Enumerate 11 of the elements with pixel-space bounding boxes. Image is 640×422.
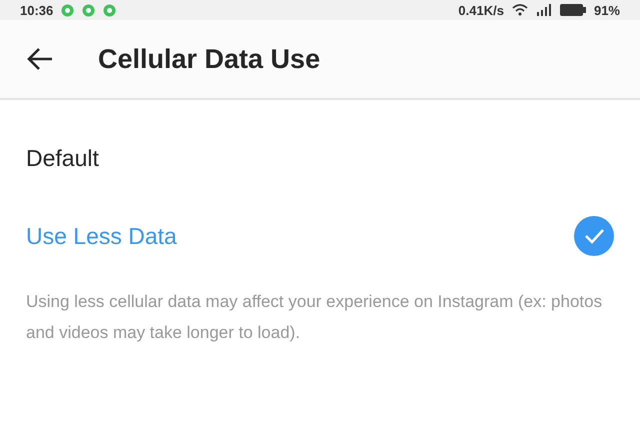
battery-icon bbox=[560, 4, 586, 16]
option-row[interactable]: Default bbox=[26, 138, 614, 178]
network-speed: 0.41K/s bbox=[458, 2, 504, 18]
battery-level: 91% bbox=[594, 2, 620, 18]
description-text: Using less cellular data may affect your experience on Instagram (ex: photos and videos may take longer to load). bbox=[26, 291, 604, 344]
wifi-icon bbox=[512, 4, 528, 16]
checkmark-icon bbox=[574, 216, 614, 256]
signal-icon bbox=[536, 4, 552, 16]
status-time: 10:36 bbox=[20, 2, 54, 18]
screen-title: Cellular Data Use bbox=[98, 44, 320, 74]
back-arrow-icon[interactable] bbox=[26, 47, 54, 71]
